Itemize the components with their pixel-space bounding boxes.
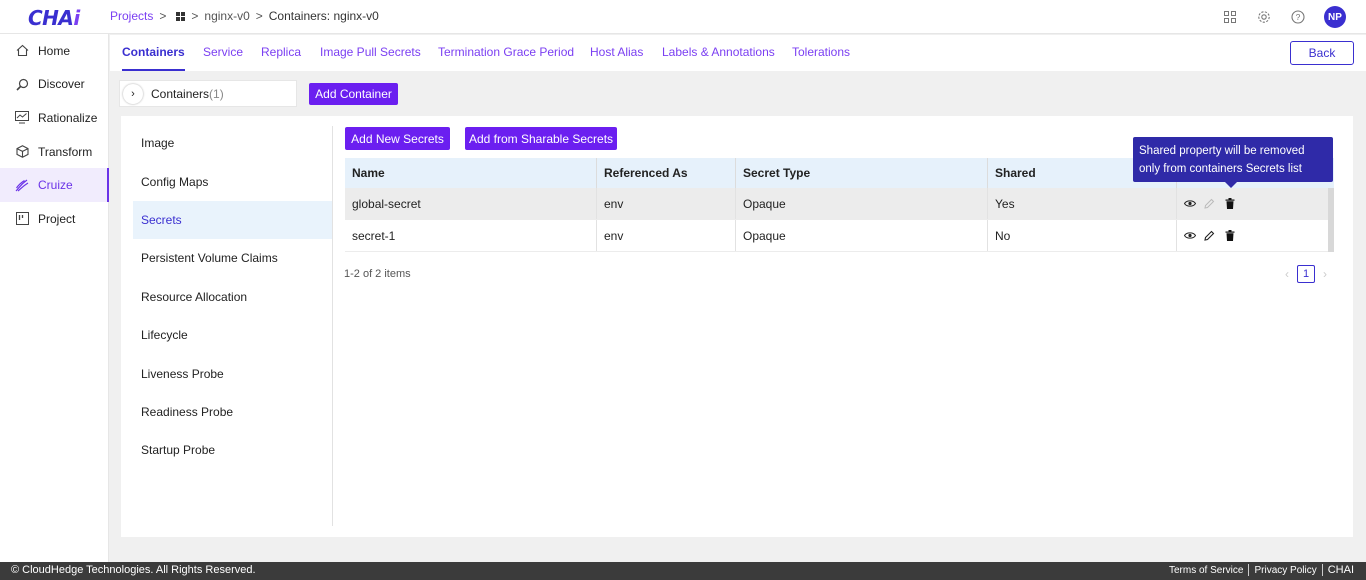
chai-logo[interactable]: CHAi — [28, 6, 80, 30]
top-header: CHAi Projects > > nginx-v0 > Containers:… — [0, 0, 1366, 34]
cell-name: secret-1 — [345, 220, 597, 251]
privacy-link[interactable]: Privacy Policy — [1254, 565, 1316, 576]
back-button[interactable]: Back — [1290, 41, 1354, 65]
sidebar-item-label: Project — [38, 211, 76, 226]
project-icon — [14, 211, 30, 227]
add-new-secrets-button[interactable]: Add New Secrets — [345, 127, 450, 150]
breadcrumb: Projects > > nginx-v0 > Containers: ngin… — [110, 9, 379, 23]
table-row[interactable]: secret-1 env Opaque No — [345, 220, 1334, 252]
sidebar-item-home[interactable]: Home — [0, 34, 108, 68]
chevron-right-icon: > — [255, 9, 263, 23]
apps-grid-icon[interactable] — [1222, 9, 1238, 25]
grid-icon[interactable] — [176, 11, 186, 21]
cell-referenced-as: env — [597, 188, 736, 219]
chevron-right-icon[interactable]: › — [123, 83, 143, 104]
view-eye-icon[interactable] — [1183, 197, 1196, 210]
column-header-secret-type[interactable]: Secret Type — [736, 158, 988, 188]
add-sharable-secrets-button[interactable]: Add from Sharable Secrets — [465, 127, 617, 150]
sidebar-item-label: Cruize — [38, 178, 73, 193]
chevron-left-icon[interactable]: ‹ — [1285, 267, 1289, 281]
table-row[interactable]: global-secret env Opaque Yes — [345, 188, 1334, 220]
sidebar-item-label: Discover — [38, 77, 85, 92]
table-scrollbar[interactable] — [1328, 188, 1334, 252]
edit-pencil-icon[interactable] — [1203, 197, 1216, 210]
cell-referenced-as: env — [597, 220, 736, 251]
sidebar-item-transform[interactable]: Transform — [0, 135, 108, 169]
sidebar-item-label: Rationalize — [38, 110, 98, 125]
column-header-referenced-as[interactable]: Referenced As — [597, 158, 736, 188]
subnav-item-image[interactable]: Image — [133, 124, 332, 162]
sidebar-item-label: Transform — [38, 144, 93, 159]
sidebar: Home Discover Rationalize Transform Crui… — [0, 34, 109, 562]
footer: © CloudHedge Technologies. All Rights Re… — [0, 562, 1366, 580]
tab-containers[interactable]: Containers — [122, 45, 185, 71]
cell-shared: Yes — [988, 188, 1177, 219]
containers-label: Containers(1) — [151, 86, 224, 101]
sidebar-item-rationalize[interactable]: Rationalize — [0, 101, 108, 135]
subnav-item-readiness-probe[interactable]: Readiness Probe — [133, 393, 332, 431]
edit-pencil-icon[interactable] — [1203, 229, 1216, 242]
add-container-button[interactable]: Add Container — [309, 83, 398, 105]
subnav-item-config-maps[interactable]: Config Maps — [133, 162, 332, 200]
footer-divider — [1248, 564, 1250, 576]
cell-actions — [1177, 220, 1328, 251]
page-number-button[interactable]: 1 — [1297, 265, 1315, 283]
cell-secret-type: Opaque — [736, 220, 988, 251]
transform-icon — [14, 144, 30, 160]
copyright-text: © CloudHedge Technologies. All Rights Re… — [11, 564, 256, 576]
rationalize-icon — [14, 110, 30, 126]
tab-bar: Containers Service Replica Image Pull Se… — [110, 35, 1366, 71]
terms-link[interactable]: Terms of Service — [1169, 565, 1243, 576]
pagination-info: 1-2 of 2 items — [344, 268, 411, 280]
sidebar-item-cruize[interactable]: Cruize — [0, 168, 109, 202]
subnav-item-secrets[interactable]: Secrets — [133, 200, 332, 240]
tab-replica[interactable]: Replica — [261, 45, 301, 59]
subnav-item-startup-probe[interactable]: Startup Probe — [133, 431, 332, 469]
breadcrumb-app-link[interactable]: nginx-v0 — [204, 9, 249, 23]
shared-delete-tooltip: Shared property will be removed only fro… — [1133, 137, 1333, 188]
container-subnav: Image Config Maps Secrets Persistent Vol… — [133, 124, 332, 470]
subnav-divider — [332, 126, 333, 526]
subnav-item-persistent-volume-claims[interactable]: Persistent Volume Claims — [133, 239, 332, 277]
chevron-right-icon: > — [159, 9, 167, 23]
chevron-right-icon: > — [191, 9, 199, 23]
home-icon — [14, 43, 30, 59]
subnav-item-liveness-probe[interactable]: Liveness Probe — [133, 354, 332, 392]
column-header-name[interactable]: Name — [345, 158, 597, 188]
subnav-item-lifecycle[interactable]: Lifecycle — [133, 316, 332, 354]
chevron-right-icon[interactable]: › — [1323, 267, 1327, 281]
sidebar-item-project[interactable]: Project — [0, 202, 108, 236]
settings-gear-icon[interactable] — [1256, 9, 1272, 25]
discover-icon — [14, 76, 30, 92]
tab-termination-grace-period[interactable]: Termination Grace Period — [438, 45, 574, 59]
tab-host-alias[interactable]: Host Alias — [590, 45, 643, 59]
delete-trash-icon[interactable] — [1223, 197, 1236, 210]
containers-selector: › Containers(1) — [119, 80, 297, 107]
user-avatar[interactable]: NP — [1324, 6, 1346, 28]
subnav-item-resource-allocation[interactable]: Resource Allocation — [133, 278, 332, 316]
tab-labels-annotations[interactable]: Labels & Annotations — [662, 45, 775, 59]
pagination: ‹ 1 › — [1285, 265, 1327, 283]
cell-actions — [1177, 188, 1328, 219]
containers-count: (1) — [209, 86, 224, 101]
help-icon[interactable]: ? — [1290, 9, 1306, 25]
footer-brand: CHAI — [1327, 564, 1354, 576]
cell-secret-type: Opaque — [736, 188, 988, 219]
footer-divider — [1321, 564, 1323, 576]
sidebar-item-discover[interactable]: Discover — [0, 68, 108, 102]
breadcrumb-current: Containers: nginx-v0 — [268, 9, 379, 23]
cruize-icon — [14, 177, 30, 193]
view-eye-icon[interactable] — [1183, 229, 1196, 242]
tab-service[interactable]: Service — [203, 45, 243, 59]
tab-tolerations[interactable]: Tolerations — [792, 45, 850, 59]
cell-shared: No — [988, 220, 1177, 251]
cell-name: global-secret — [345, 188, 597, 219]
tab-image-pull-secrets[interactable]: Image Pull Secrets — [320, 45, 421, 59]
delete-trash-icon[interactable] — [1223, 229, 1236, 242]
breadcrumb-projects-link[interactable]: Projects — [110, 9, 153, 23]
svg-text:?: ? — [1296, 12, 1301, 22]
sidebar-item-label: Home — [38, 43, 71, 58]
container-config-panel: Image Config Maps Secrets Persistent Vol… — [121, 116, 1353, 537]
